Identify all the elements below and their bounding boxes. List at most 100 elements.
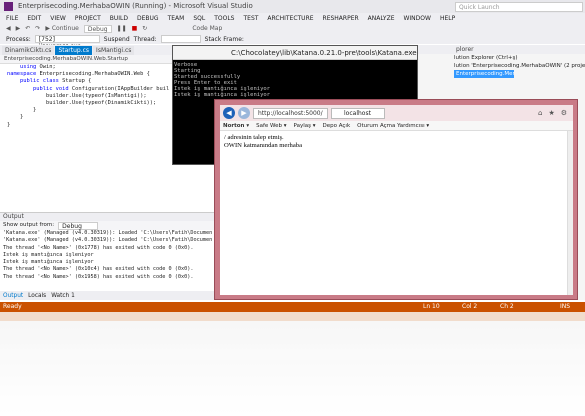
menu-item-project[interactable]: PROJECT <box>75 15 101 22</box>
thread-select[interactable] <box>160 35 201 43</box>
browser-tab[interactable]: localhost <box>331 107 385 119</box>
reflection-status-bar <box>0 312 585 321</box>
quick-launch-input[interactable]: Quick Launch <box>455 2 583 12</box>
tab-startup[interactable]: Startup.cs <box>55 45 93 55</box>
vault-status[interactable]: Depo Açık <box>323 123 351 129</box>
pause-icon[interactable]: ❚❚ <box>117 25 127 32</box>
continue-button[interactable]: ▶ Continue <box>45 25 79 32</box>
suspend-button[interactable]: Suspend <box>104 36 130 43</box>
browser-scrollbar[interactable] <box>567 131 573 295</box>
visual-studio-logo-icon <box>4 2 13 11</box>
tab-dinamikcikti[interactable]: DinamikCiktı.cs <box>2 45 55 55</box>
output-text[interactable]: 'Katana.exe' (Managed (v4.0.30319)): Loa… <box>0 230 214 281</box>
safe-web-menu[interactable]: Safe Web ▾ <box>256 123 286 129</box>
standard-toolbar: ◀ ▶ ↶ ↷ ▶ Continue Debug ❚❚ ■ ↻ Code Map <box>0 23 585 34</box>
menu-item-tools[interactable]: TOOLS <box>214 15 234 22</box>
share-menu[interactable]: Paylaş ▾ <box>294 123 316 129</box>
status-char: Ch 2 <box>500 303 514 310</box>
menu-item-analyze[interactable]: ANALYZE <box>368 15 395 22</box>
menu-item-window[interactable]: WINDOW <box>403 15 430 22</box>
stop-icon[interactable]: ■ <box>132 25 138 32</box>
status-bar: Ready Ln 10 Col 2 Ch 2 INS <box>0 302 585 312</box>
menu-item-sql[interactable]: SQL <box>193 15 205 22</box>
menu-item-architecture[interactable]: ARCHITECTURE <box>267 15 313 22</box>
output-source-bar: Show output from: Debug <box>0 221 214 230</box>
process-label: Process: <box>6 35 31 43</box>
menu-item-team[interactable]: TEAM <box>168 15 185 22</box>
output-panel: Output Show output from: Debug 'Katana.e… <box>0 212 214 300</box>
home-icon[interactable]: ⌂ <box>538 109 542 117</box>
code-line: } <box>32 107 37 114</box>
forward-icon[interactable]: ▶ <box>16 25 21 32</box>
output-line: 'Katana.exe' (Managed (v4.0.30319)): Loa… <box>3 230 213 236</box>
page-line-1: / adresinin talep etmiş. <box>224 134 284 141</box>
window-reflection <box>0 312 585 416</box>
page-line-2: OWIN katmanından merhaba <box>224 142 302 149</box>
code-line: public class Startup { <box>19 78 92 85</box>
menu-item-help[interactable]: HELP <box>440 15 455 22</box>
browser-forward-icon[interactable]: ▶ <box>238 107 250 119</box>
solution-explorer-search[interactable]: lution Explorer (Ctrl+ş) <box>418 54 585 62</box>
tab-locals[interactable]: Locals <box>28 293 46 299</box>
code-line: public void Configuration(IAppBuilder bu… <box>32 85 170 92</box>
favorites-icon[interactable]: ★ <box>548 109 554 117</box>
code-line: builder.Use(typeof(IsMantigi)); <box>45 92 147 99</box>
menu-item-file[interactable]: FILE <box>6 15 18 22</box>
browser-icons: ⌂ ★ ⚙ <box>538 109 573 117</box>
menu-item-test[interactable]: TEST <box>243 15 258 22</box>
solution-explorer-header: plorer <box>418 45 585 54</box>
tab-watch1[interactable]: Watch 1 <box>51 293 75 299</box>
back-icon[interactable]: ◀ <box>6 25 11 32</box>
console-title: C:\Chocolatey\lib\Katana.0.21.0-pre\tool… <box>173 46 417 60</box>
bottom-tool-tabs: Output Locals Watch 1 <box>0 291 214 300</box>
undo-icon[interactable]: ↶ <box>25 25 30 32</box>
menu-item-edit[interactable]: EDIT <box>27 15 41 22</box>
code-line: } <box>19 114 24 121</box>
code-line: using Owin; <box>19 64 56 70</box>
settings-gear-icon[interactable]: ⚙ <box>561 109 567 117</box>
browser-window[interactable]: ◀ ▶ http://localhost:5000/ localhost ⌂ ★… <box>214 99 578 300</box>
output-source-select[interactable]: Debug <box>58 221 99 230</box>
status-line: Ln 10 <box>423 303 440 310</box>
process-select[interactable]: [752] iisexpress.exe <box>34 35 100 50</box>
browser-address-row: ◀ ▶ http://localhost:5000/ localhost ⌂ ★… <box>220 105 573 121</box>
project-node-selected[interactable]: Enterprisecoding.MerhabaOWIN <box>454 70 514 78</box>
output-line: The thread '<No Name>' (0x10c4) has exit… <box>3 266 194 273</box>
browser-page-content: / adresinin talep etmiş. OWIN katmanında… <box>220 131 573 153</box>
code-editor[interactable]: using Owin; namespace Enterprisecoding.Me… <box>0 64 172 212</box>
status-insert-mode: INS <box>560 303 571 310</box>
show-output-label: Show output from: <box>3 222 55 228</box>
menu-item-build[interactable]: BUILD <box>110 15 128 22</box>
document-tabs: DinamikCiktı.cs Startup.cs IsMantigi.cs <box>0 45 172 55</box>
status-col: Col 2 <box>462 303 478 310</box>
tab-ismantigi[interactable]: IsMantigi.cs <box>93 45 135 55</box>
tab-output[interactable]: Output <box>3 293 23 299</box>
console-line: Istek iş mantığınca işleniyor <box>174 92 271 98</box>
browser-url-input[interactable]: http://localhost:5000/ <box>253 107 328 119</box>
code-map-button[interactable]: Code Map <box>192 25 222 32</box>
redo-icon[interactable]: ↷ <box>35 25 40 32</box>
menu-bar: FILE EDIT VIEW PROJECT BUILD DEBUG TEAM SQL TOOL… <box>0 13 585 23</box>
login-assistant-menu[interactable]: Oturum Açma Yardımcısı ▾ <box>357 123 429 129</box>
norton-toolbar: Norton ▾ Safe Web ▾ Paylaş ▾ Depo Açık O… <box>220 121 573 131</box>
output-line: The thread '<No Name>' (0x1958) has exit… <box>3 273 194 280</box>
debug-location-toolbar: Process: [752] iisexpress.exe Suspend Th… <box>0 34 585 50</box>
config-select[interactable]: Debug <box>83 24 112 33</box>
menu-item-debug[interactable]: DEBUG <box>137 15 159 22</box>
window-title: Enterprisecoding.MerhabaOWIN (Running) -… <box>18 2 253 10</box>
output-line: 'Katana.exe' (Managed (v4.0.30319)): Loa… <box>3 237 213 244</box>
menu-item-resharper[interactable]: RESHARPER <box>323 15 359 22</box>
output-line: The thread '<No Name>' (0x1778) has exit… <box>3 244 194 251</box>
thread-label: Thread: <box>133 35 157 43</box>
output-title: Output <box>0 213 214 221</box>
menu-item-view[interactable]: VIEW <box>50 15 66 22</box>
norton-menu[interactable]: Norton ▾ <box>223 123 249 129</box>
restart-icon[interactable]: ↻ <box>142 25 147 32</box>
browser-back-icon[interactable]: ◀ <box>223 107 235 119</box>
solution-node[interactable]: lution 'Enterprisecoding.MerhabaOWIN' (2… <box>418 62 585 70</box>
code-line: builder.Use(typeof(DinamikCikti)); <box>45 100 157 107</box>
code-line: namespace Enterprisecoding.MerhabaOWIN.W… <box>7 71 150 78</box>
stack-frame-label: Stack Frame: <box>204 35 244 43</box>
status-text: Ready <box>3 303 22 310</box>
navigation-bar[interactable]: Enterprisecoding.MerhabaOWIN.Web.Startup <box>0 55 172 64</box>
